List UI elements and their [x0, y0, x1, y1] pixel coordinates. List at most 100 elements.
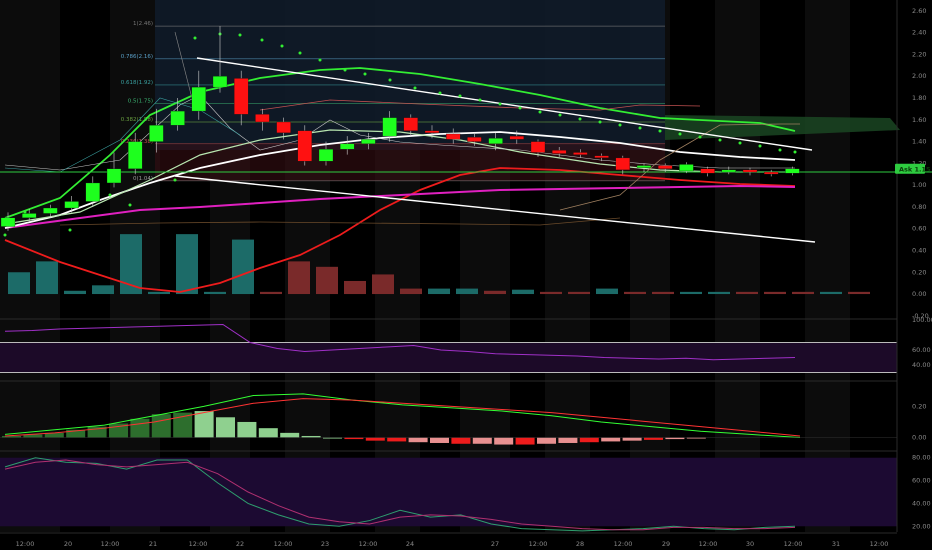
- x-tick-label: 31: [832, 540, 840, 548]
- volume-bar: [568, 291, 590, 295]
- psar-dot: [438, 91, 442, 95]
- x-tick-label: 12:00: [870, 540, 889, 548]
- psar-dot: [598, 120, 602, 124]
- psar-dot: [3, 233, 7, 237]
- macd-histogram-bar: [408, 437, 428, 443]
- x-tick-label: 21: [149, 540, 157, 548]
- psar-dot: [458, 94, 462, 98]
- macd-histogram-bar: [237, 421, 257, 438]
- candle-body: [509, 135, 524, 140]
- psar-dot: [758, 144, 762, 148]
- candle-body: [340, 143, 355, 150]
- candle-body: [170, 110, 185, 126]
- macd-histogram-bar: [258, 428, 278, 438]
- fib-level-label: 0.786(2.16): [121, 54, 153, 60]
- psar-dot: [718, 138, 722, 142]
- candle-body: [700, 168, 715, 174]
- macd-histogram-bar: [622, 437, 642, 441]
- macd-histogram-bar: [365, 437, 385, 441]
- fib-level-label: 1(2.46): [133, 21, 153, 27]
- psar-dot: [108, 193, 112, 197]
- y-tick-label: 1.40: [912, 138, 926, 146]
- volume-bar: [344, 280, 366, 295]
- x-tick-label: 12:00: [274, 540, 293, 548]
- psar-dot: [173, 178, 177, 182]
- volume-bar: [456, 288, 478, 295]
- volume-bar: [708, 291, 730, 295]
- x-tick-label: 12:00: [189, 540, 208, 548]
- x-tick-label: 20: [64, 540, 72, 548]
- session-shade: [715, 0, 760, 532]
- x-tick-label: 12:00: [614, 540, 633, 548]
- candle-body: [594, 155, 609, 158]
- macd-histogram-bar: [280, 432, 300, 438]
- ask-price-text: Ask 1.15: [899, 165, 931, 173]
- psar-dot: [793, 150, 797, 154]
- x-tick-label: 28: [576, 540, 584, 548]
- volume-bar: [736, 291, 758, 295]
- y-tick-label: 2.20: [912, 50, 926, 58]
- candle-body: [191, 86, 206, 112]
- psar-dot: [413, 86, 417, 90]
- macd-histogram-bar: [451, 437, 471, 444]
- macd-histogram-bar: [601, 437, 621, 442]
- macd-histogram-bar: [644, 437, 663, 440]
- y-tick-label: 2.40: [912, 29, 926, 37]
- x-tick-label: 24: [406, 540, 414, 548]
- candle-body: [128, 141, 143, 169]
- volume-bar: [36, 261, 58, 295]
- psar-dot: [343, 68, 347, 72]
- y-tick-label: 0.00: [912, 290, 926, 298]
- psar-dot: [778, 148, 782, 152]
- candle-body: [234, 78, 249, 115]
- macd-histogram-bar: [430, 437, 449, 443]
- y-tick-label: 0.40: [912, 246, 926, 254]
- volume-bar: [512, 289, 534, 295]
- x-tick-label: 12:00: [529, 540, 548, 548]
- candle-body: [658, 165, 673, 169]
- x-tick-label: 29: [662, 540, 670, 548]
- rsi-band: [0, 342, 897, 373]
- candle-body: [446, 133, 461, 140]
- rsi-tick-label: 100.00: [912, 316, 932, 324]
- macd-histogram-bar: [515, 437, 535, 445]
- candle-body: [297, 130, 312, 162]
- volume-bar: [820, 291, 842, 295]
- ask-price-label: Ask 1.15: [895, 163, 931, 174]
- psar-dot: [678, 132, 682, 136]
- macd-tick-label: 0.00: [912, 434, 926, 442]
- psar-dot: [363, 72, 367, 76]
- volume-bar: [372, 274, 394, 295]
- volume-bar: [204, 291, 226, 295]
- stochastic-panel: [0, 457, 897, 532]
- psar-dot: [518, 106, 522, 110]
- candle-body: [382, 117, 397, 137]
- candle-body: [615, 157, 630, 171]
- fib-level-label: 0.618(1.92): [121, 80, 153, 86]
- candle-body: [106, 168, 122, 184]
- volume-bar: [400, 288, 422, 295]
- psar-dot: [698, 135, 702, 139]
- volume-bar: [540, 291, 562, 295]
- candle-body: [403, 117, 418, 131]
- volume-bar: [624, 291, 646, 295]
- y-tick-label: 1.00: [912, 181, 926, 189]
- macd-histogram-bar: [494, 437, 514, 445]
- psar-dot: [658, 129, 662, 133]
- psar-dot: [498, 102, 502, 106]
- macd-tick-label: 0.20: [912, 402, 926, 410]
- psar-dot: [260, 38, 264, 42]
- candle-body: [22, 213, 37, 218]
- candle-body: [679, 164, 694, 172]
- y-tick-label: 1.60: [912, 116, 926, 124]
- x-tick-label: 12:00: [16, 540, 35, 548]
- x-tick-label: 23: [321, 540, 329, 548]
- candle-body: [573, 152, 588, 155]
- candle-body: [318, 149, 334, 162]
- candle-body: [764, 171, 779, 175]
- trading-chart[interactable]: 1(2.46) 0.786(2.16) 0.618(1.92) 0.5(1.75) 0.…: [0, 0, 932, 550]
- volume-bar: [764, 291, 786, 295]
- psar-dot: [638, 126, 642, 130]
- psar-dot: [738, 141, 742, 145]
- candle-body: [255, 114, 270, 123]
